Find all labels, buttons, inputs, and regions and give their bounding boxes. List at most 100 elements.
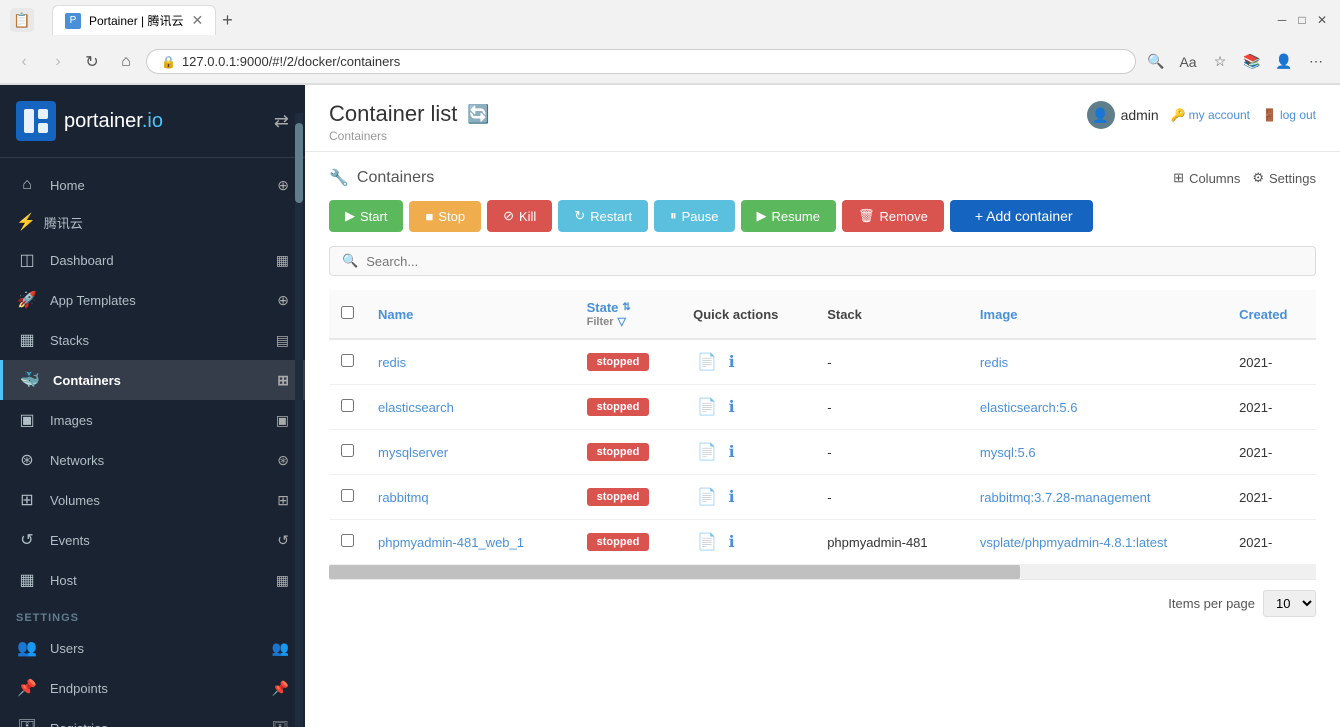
new-tab-button[interactable]: + [216, 5, 239, 35]
row-checkbox[interactable] [341, 354, 354, 367]
reload-button[interactable]: ↻ [78, 48, 106, 76]
sidebar-item-app-templates[interactable]: 🚀 App Templates ⊕ [0, 280, 305, 320]
row-checkbox[interactable] [341, 534, 354, 547]
close-button[interactable]: ✕ [1314, 12, 1330, 28]
quick-action-info-button[interactable]: ℹ [725, 530, 739, 554]
my-account-link[interactable]: 🔑 my account [1171, 108, 1250, 122]
pause-button[interactable]: ⏸ Pause [654, 200, 734, 232]
favorites-icon[interactable]: ☆ [1206, 48, 1234, 76]
sidebar-toggle-icon[interactable]: ⇄ [274, 111, 289, 132]
stop-button[interactable]: ■ Stop [409, 201, 481, 232]
sidebar-item-endpoints[interactable]: 📌 Endpoints 📌 [0, 668, 305, 708]
active-tab[interactable]: P Portainer | 腾讯云 ✕ [52, 5, 216, 35]
container-name-link[interactable]: rabbitmq [378, 490, 429, 505]
logo-tld: .io [142, 110, 163, 132]
sidebar-item-images[interactable]: ▣ Images ▣ [0, 400, 305, 440]
remove-button[interactable]: 🗑 Remove [842, 200, 944, 232]
quick-action-info-button[interactable]: ℹ [725, 485, 739, 509]
quick-action-logs-button[interactable]: 📄 [693, 350, 721, 374]
containers-table: Name State ⇅ Filter [329, 290, 1316, 565]
add-container-button[interactable]: + Add container [950, 200, 1093, 232]
search-icon[interactable]: 🔍 [1142, 48, 1170, 76]
container-name-link[interactable]: phpmyadmin-481_web_1 [378, 535, 524, 550]
quick-action-info-button[interactable]: ℹ [725, 350, 739, 374]
trash-icon: 🗑 [858, 208, 875, 224]
image-sort-button[interactable]: Image [980, 307, 1215, 322]
image-link[interactable]: elasticsearch:5.6 [980, 400, 1078, 415]
user-name: admin [1121, 107, 1159, 123]
sidebar-scrollbar[interactable] [295, 113, 303, 727]
start-button[interactable]: ▶ Start [329, 200, 403, 232]
networks-icon-right: ⊛ [277, 452, 289, 469]
resume-button[interactable]: ▶ Resume [741, 200, 836, 232]
quick-action-logs-button[interactable]: 📄 [693, 395, 721, 419]
status-badge: stopped [587, 443, 650, 461]
image-link[interactable]: rabbitmq:3.7.28-management [980, 490, 1151, 505]
url-bar[interactable]: 🔒 127.0.0.1:9000/#!/2/docker/containers [146, 49, 1136, 74]
filter-icon: ▽ [618, 315, 626, 328]
collections-icon[interactable]: 📚 [1238, 48, 1266, 76]
home-button[interactable]: ⌂ [112, 48, 140, 76]
search-input[interactable] [366, 254, 1303, 269]
columns-button[interactable]: ⊞ Columns [1173, 170, 1240, 186]
app: portainer.io ⇄ ⌂ Home ⊕ ⚡ 腾讯云 ◫ Dashboar… [0, 85, 1340, 727]
quick-action-logs-button[interactable]: 📄 [693, 530, 721, 554]
sidebar-item-users[interactable]: 👥 Users 👥 [0, 628, 305, 668]
items-per-page: Items per page 10 25 50 [1168, 590, 1316, 617]
read-mode-icon[interactable]: Aa [1174, 48, 1202, 76]
row-checkbox[interactable] [341, 444, 354, 457]
sidebar-item-endpoints-label: Endpoints [50, 681, 260, 696]
sidebar-item-volumes[interactable]: ⊞ Volumes ⊞ [0, 480, 305, 520]
row-quick-actions: 📄 ℹ [681, 475, 815, 520]
back-button[interactable]: ‹ [10, 48, 38, 76]
scrollbar-thumb[interactable] [329, 565, 1020, 579]
log-out-link[interactable]: 🚪 log out [1262, 108, 1316, 122]
host-icon-right: ▦ [276, 572, 289, 589]
sidebar-item-containers[interactable]: 🐳 Containers ⊞ [0, 360, 305, 400]
profile-icon[interactable]: 👤 [1270, 48, 1298, 76]
app-templates-icon-right: ⊕ [277, 292, 289, 309]
row-checkbox[interactable] [341, 399, 354, 412]
table-header: Name State ⇅ Filter [329, 290, 1316, 339]
row-created: 2021- [1227, 430, 1316, 475]
refresh-button[interactable]: 🔄 [467, 104, 489, 125]
forward-button[interactable]: › [44, 48, 72, 76]
tab-close-button[interactable]: ✕ [191, 12, 203, 29]
quick-action-logs-button[interactable]: 📄 [693, 440, 721, 464]
container-name-link[interactable]: elasticsearch [378, 400, 454, 415]
row-stack: - [815, 430, 968, 475]
sidebar-logo: portainer.io ⇄ [0, 85, 305, 158]
container-name-link[interactable]: mysqlserver [378, 445, 448, 460]
created-sort-button[interactable]: Created [1239, 307, 1304, 322]
status-badge: stopped [587, 353, 650, 371]
image-link[interactable]: redis [980, 355, 1008, 370]
minimize-button[interactable]: ─ [1274, 12, 1290, 28]
state-filter[interactable]: Filter ▽ [587, 315, 670, 328]
row-checkbox[interactable] [341, 489, 354, 502]
kill-button[interactable]: ⊘ Kill [487, 200, 552, 232]
sidebar-item-host[interactable]: ▦ Host ▦ [0, 560, 305, 600]
settings-button[interactable]: ⚙ Settings [1252, 170, 1316, 186]
image-link[interactable]: vsplate/phpmyadmin-4.8.1:latest [980, 535, 1167, 550]
name-sort-button[interactable]: Name [378, 307, 563, 322]
sidebar-item-dashboard[interactable]: ◫ Dashboard ▦ [0, 240, 305, 280]
sidebar-item-stacks[interactable]: ▦ Stacks ▤ [0, 320, 305, 360]
select-all-checkbox[interactable] [341, 306, 354, 319]
state-sort-button[interactable]: State ⇅ [587, 300, 670, 315]
quick-action-logs-button[interactable]: 📄 [693, 485, 721, 509]
quick-action-info-button[interactable]: ℹ [725, 440, 739, 464]
horizontal-scrollbar[interactable] [329, 565, 1316, 579]
sidebar-item-events[interactable]: ↺ Events ↺ [0, 520, 305, 560]
sidebar-item-home[interactable]: ⌂ Home ⊕ [0, 166, 305, 204]
quick-action-info-button[interactable]: ℹ [725, 395, 739, 419]
table-footer: Items per page 10 25 50 [329, 579, 1316, 627]
restart-button[interactable]: ↻ Restart [558, 200, 648, 232]
items-per-page-select[interactable]: 10 25 50 [1263, 590, 1316, 617]
more-icon[interactable]: ⋯ [1302, 48, 1330, 76]
container-name-link[interactable]: redis [378, 355, 406, 370]
image-link[interactable]: mysql:5.6 [980, 445, 1036, 460]
sidebar-item-registries[interactable]: 🗄 Registries 🗄 [0, 708, 305, 727]
sidebar-item-networks[interactable]: ⊛ Networks ⊛ [0, 440, 305, 480]
page-title: Container list [329, 101, 457, 127]
maximize-button[interactable]: □ [1294, 12, 1310, 28]
